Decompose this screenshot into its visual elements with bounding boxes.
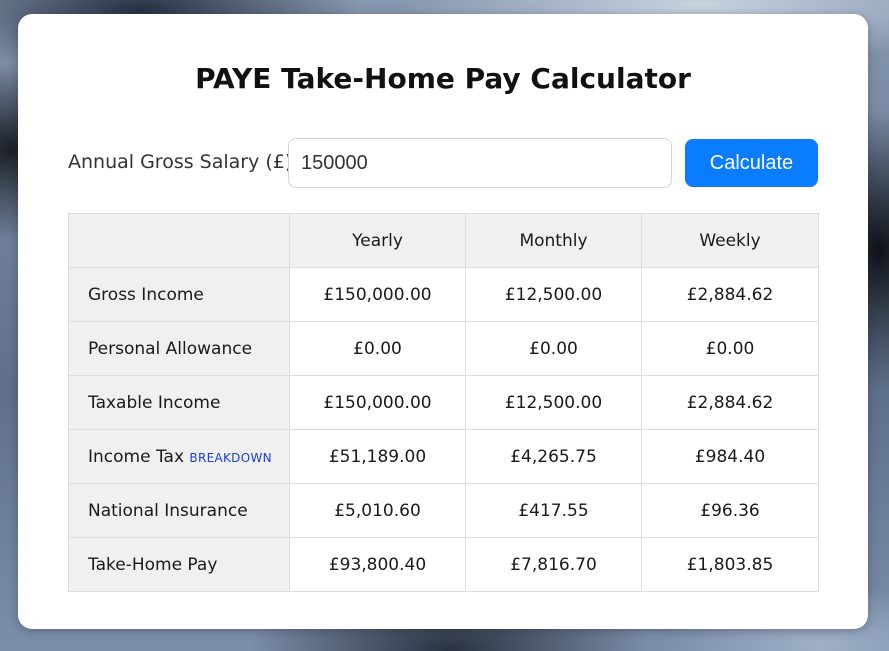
cell-monthly: £0.00: [465, 321, 642, 376]
cell-weekly: £0.00: [641, 321, 819, 376]
table-header-row: Yearly Monthly Weekly: [68, 213, 819, 268]
cell-yearly: £150,000.00: [289, 267, 466, 322]
row-label-income-tax: Income Tax BREAKDOWN: [68, 429, 290, 484]
row-label-personal-allowance: Personal Allowance: [68, 321, 290, 376]
cell-monthly: £4,265.75: [465, 429, 642, 484]
cell-yearly: £51,189.00: [289, 429, 466, 484]
cell-weekly: £2,884.62: [641, 267, 819, 322]
cell-monthly: £12,500.00: [465, 375, 642, 430]
table-row: Take-Home Pay £93,800.40 £7,816.70 £1,80…: [68, 537, 819, 592]
cell-yearly: £0.00: [289, 321, 466, 376]
cell-weekly: £96.36: [641, 483, 819, 538]
cell-monthly: £7,816.70: [465, 537, 642, 592]
breakdown-link[interactable]: BREAKDOWN: [189, 451, 271, 465]
cell-weekly: £984.40: [641, 429, 819, 484]
row-label-take-home-pay: Take-Home Pay: [68, 537, 290, 592]
cell-weekly: £2,884.62: [641, 375, 819, 430]
table-row: Income Tax BREAKDOWN £51,189.00 £4,265.7…: [68, 429, 819, 484]
results-table: Yearly Monthly Weekly Gross Income £150,…: [68, 213, 819, 592]
row-label-taxable-income: Taxable Income: [68, 375, 290, 430]
table-row: Gross Income £150,000.00 £12,500.00 £2,8…: [68, 267, 819, 322]
salary-label: Annual Gross Salary (£):: [68, 151, 299, 173]
cell-yearly: £5,010.60: [289, 483, 466, 538]
cell-yearly: £93,800.40: [289, 537, 466, 592]
cell-monthly: £417.55: [465, 483, 642, 538]
column-header-weekly: Weekly: [641, 213, 819, 268]
table-row: Taxable Income £150,000.00 £12,500.00 £2…: [68, 375, 819, 430]
cell-monthly: £12,500.00: [465, 267, 642, 322]
row-label-national-insurance: National Insurance: [68, 483, 290, 538]
table-row: National Insurance £5,010.60 £417.55 £96…: [68, 483, 819, 538]
income-tax-label: Income Tax: [88, 446, 185, 467]
cell-yearly: £150,000.00: [289, 375, 466, 430]
cell-weekly: £1,803.85: [641, 537, 819, 592]
calculator-card: PAYE Take-Home Pay Calculator Annual Gro…: [18, 14, 868, 629]
salary-input[interactable]: [288, 138, 672, 188]
column-header-blank: [68, 213, 290, 268]
calculate-button[interactable]: Calculate: [685, 139, 818, 187]
page-title: PAYE Take-Home Pay Calculator: [195, 62, 691, 95]
table-row: Personal Allowance £0.00 £0.00 £0.00: [68, 321, 819, 376]
column-header-yearly: Yearly: [289, 213, 466, 268]
column-header-monthly: Monthly: [465, 213, 642, 268]
row-label-gross-income: Gross Income: [68, 267, 290, 322]
